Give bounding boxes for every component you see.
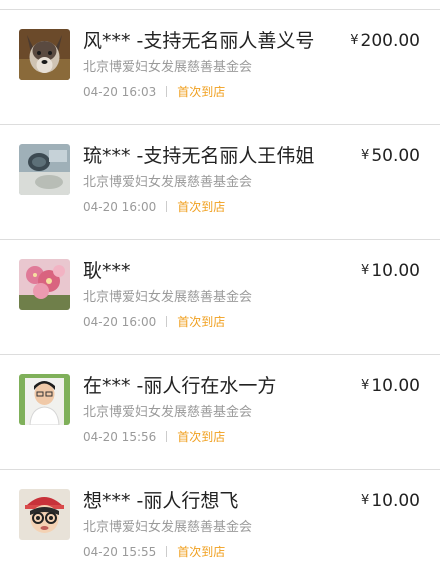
donation-amount: ¥50.00 xyxy=(361,145,420,167)
currency-symbol: ¥ xyxy=(361,263,370,278)
currency-symbol: ¥ xyxy=(361,378,370,393)
first-visit-badge: 首次到店 xyxy=(177,85,226,99)
donor-title: 耿*** xyxy=(83,260,131,282)
donation-amount: ¥200.00 xyxy=(350,30,420,52)
pet-photo-icon xyxy=(19,144,70,195)
currency-symbol: ¥ xyxy=(361,148,370,163)
wolf-dog-photo-icon xyxy=(19,29,70,80)
avatar xyxy=(19,259,70,310)
boy-portrait-photo-icon xyxy=(19,374,70,425)
timestamp: 04-20 16:00 xyxy=(83,200,157,214)
first-visit-badge: 首次到店 xyxy=(177,430,226,444)
timestamp: 04-20 16:00 xyxy=(83,315,157,329)
currency-symbol: ¥ xyxy=(361,493,370,508)
first-visit-badge: 首次到店 xyxy=(177,315,226,329)
first-visit-badge: 首次到店 xyxy=(177,545,226,559)
donation-amount: ¥10.00 xyxy=(361,490,420,512)
separator xyxy=(166,86,168,97)
first-visit-badge: 首次到店 xyxy=(177,200,226,214)
meta-line: 04-20 16:00 首次到店 xyxy=(83,199,225,215)
separator xyxy=(166,316,168,327)
meta-line: 04-20 15:56 首次到店 xyxy=(83,429,225,445)
separator xyxy=(166,201,168,212)
avatar xyxy=(19,489,70,540)
list-item[interactable]: 风*** -支持无名丽人善义号 ¥200.00 北京博爱妇女发展慈善基金会 04… xyxy=(0,10,440,125)
amount-value: 50.00 xyxy=(371,146,420,166)
meta-line: 04-20 16:03 首次到店 xyxy=(83,84,225,100)
amount-value: 10.00 xyxy=(371,491,420,511)
donor-title: 想*** -丽人行想飞 xyxy=(83,490,239,512)
child-with-glasses-photo-icon xyxy=(19,489,70,540)
amount-value: 10.00 xyxy=(371,261,420,281)
meta-line: 04-20 16:00 首次到店 xyxy=(83,314,225,330)
organization-name: 北京博爱妇女发展慈善基金会 xyxy=(83,60,253,75)
donation-amount: ¥10.00 xyxy=(361,260,420,282)
timestamp: 04-20 15:55 xyxy=(83,545,157,559)
list-item[interactable]: 在*** -丽人行在水一方 ¥10.00 北京博爱妇女发展慈善基金会 04-20… xyxy=(0,355,440,470)
donation-amount: ¥10.00 xyxy=(361,375,420,397)
organization-name: 北京博爱妇女发展慈善基金会 xyxy=(83,405,253,420)
separator xyxy=(166,546,168,557)
avatar xyxy=(19,144,70,195)
pink-flower-photo-icon xyxy=(19,259,70,310)
currency-symbol: ¥ xyxy=(350,33,359,48)
avatar xyxy=(19,29,70,80)
organization-name: 北京博爱妇女发展慈善基金会 xyxy=(83,520,253,535)
amount-value: 10.00 xyxy=(371,376,420,396)
list-item[interactable]: 耿*** ¥10.00 北京博爱妇女发展慈善基金会 04-20 16:00 首次到… xyxy=(0,240,440,355)
amount-value: 200.00 xyxy=(360,31,420,51)
timestamp: 04-20 16:03 xyxy=(83,85,157,99)
organization-name: 北京博爱妇女发展慈善基金会 xyxy=(83,175,253,190)
donor-title: 在*** -丽人行在水一方 xyxy=(83,375,277,397)
donor-title: 风*** -支持无名丽人善义号 xyxy=(83,30,315,52)
list-item[interactable]: 琉*** -支持无名丽人王伟姐 ¥50.00 北京博爱妇女发展慈善基金会 04-… xyxy=(0,125,440,240)
timestamp: 04-20 15:56 xyxy=(83,430,157,444)
separator xyxy=(166,431,168,442)
avatar xyxy=(19,374,70,425)
organization-name: 北京博爱妇女发展慈善基金会 xyxy=(83,290,253,305)
meta-line: 04-20 15:55 首次到店 xyxy=(83,544,225,560)
donor-title: 琉*** -支持无名丽人王伟姐 xyxy=(83,145,315,167)
